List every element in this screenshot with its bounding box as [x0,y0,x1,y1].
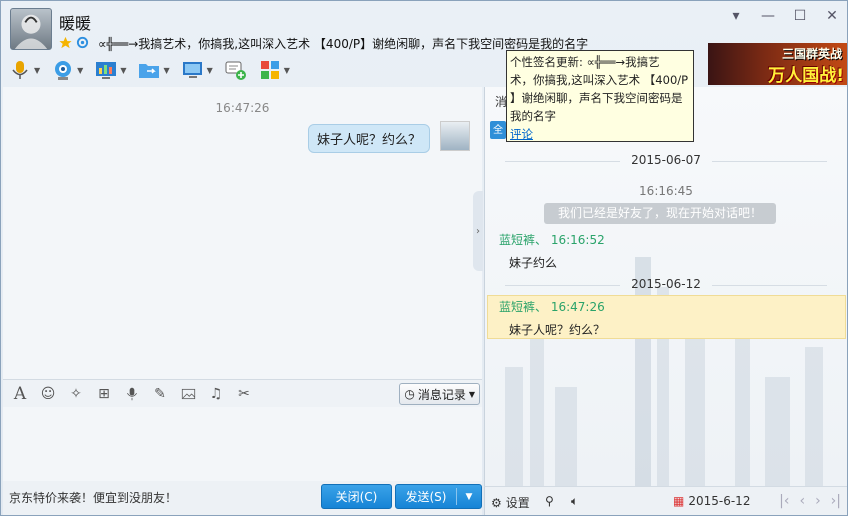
qq-show-icon[interactable] [76,36,89,49]
header: 暖暖 ∝╬══→我搞艺术，你搞我,这叫深入艺术 【400/P】谢绝闲聊，声名下我… [1,1,847,85]
remote-desktop-button[interactable]: ▼ [95,59,126,81]
maximize-icon[interactable]: ☐ [793,8,807,24]
speaker-button[interactable]: 🔈︎ [571,494,578,509]
history-sender: 蓝短裤、 16:16:52 [499,233,605,247]
tooltip-line: 个性签名更新: ∝╬══→我搞艺 [510,55,660,69]
sent-message-bubble: 妹子人呢？约么？ [307,124,430,153]
send-label: 发送(S) [405,490,447,504]
chat-message-area: 16:47:26 妹子人呢？约么？ [3,87,482,379]
history-date: 2015-06-07 [485,153,847,167]
input-footer: 京东特价来袭！便宜到没朋友！ 关闭(C) 发送(S) ▼ [3,481,482,515]
voice-call-button[interactable]: ▼ [9,59,40,81]
first-page-icon[interactable]: |‹ [779,493,789,509]
clock-icon: ◷ [404,387,415,401]
history-message: 妹子人呢？约么？ [509,323,606,337]
search-button[interactable]: ⚲ [545,494,554,508]
chevron-down-icon: ▼ [120,65,127,75]
send-button[interactable]: 发送(S) ▼ [395,484,482,509]
speaker-icon: 🔈︎ [571,494,579,508]
input-toolbar: A ☺ ✧ ⊞ ✎ ♫ ✂ ◷ 消息记录 ▼ [3,379,482,407]
history-footer: ⚙ 设置 ⚲ 🔈︎ ▦ 2015-6-12 |‹ ‹ › ›| [484,486,847,515]
comment-link[interactable]: 评论 [510,125,690,143]
microphone-icon [9,59,31,81]
date-picker[interactable]: ▦ 2015-6-12 [673,494,750,508]
history-time: 16:16:45 [639,184,693,198]
tooltip-line: 术，你搞我,这叫深入艺术 【400/P [510,73,689,87]
image-icon[interactable] [179,385,197,403]
settings-button[interactable]: ⚙ 设置 [491,494,530,511]
discussion-add-icon [225,59,247,81]
search-icon: ⚲ [545,494,554,508]
chevron-down-icon: ▼ [34,65,41,75]
main-toolbar: ▼ ▼ ▼ ▼ ▼ ▼ [9,57,290,83]
chart-monitor-icon [95,59,117,81]
history-filter-tab[interactable]: 全 [490,121,506,139]
page-navigation: |‹ ‹ › ›| [779,493,841,509]
magic-wand-icon[interactable]: ✧ [67,385,85,403]
minimize-icon[interactable]: — [761,8,775,24]
app-grid-icon [259,59,281,81]
system-message: 我们已经是好友了，现在开始对话吧！ [544,203,776,224]
tooltip-line: 我的名字 [510,109,556,123]
message-input[interactable] [3,407,482,481]
edit-note-icon[interactable]: ✎ [151,385,169,403]
contact-name[interactable]: 暖暖 [59,10,91,34]
settings-label: 设置 [505,496,530,510]
font-icon[interactable]: A [11,384,29,404]
self-avatar[interactable] [440,121,470,151]
close-button[interactable]: 关闭(C) [321,484,392,509]
share-screen-button[interactable]: ▼ [182,59,213,81]
ad-title: 三国群英战 [781,47,842,61]
message-history-label: 消息记录 [417,387,466,402]
tooltip-line: 】谢绝闲聊，声名下我空间密码是 [510,91,683,105]
calendar-icon: ▦ [673,494,685,508]
send-options-icon[interactable]: ▼ [457,492,481,502]
signature-tooltip: 个性签名更新: ∝╬══→我搞艺 术，你搞我,这叫深入艺术 【400/P 】谢绝… [506,50,694,142]
send-file-button[interactable]: ▼ [138,59,170,81]
screen-share-icon [182,59,204,81]
voice-message-icon[interactable] [123,385,141,403]
collapse-panel-handle[interactable]: › [473,191,483,271]
new-discussion-button[interactable] [225,59,247,81]
apps-button[interactable]: ▼ [259,59,290,81]
video-call-button[interactable]: ▼ [52,59,83,81]
contact-avatar[interactable] [10,8,52,50]
chevron-down-icon: ▼ [77,65,84,75]
window-controls: ▾ — ☐ ✕ [729,8,839,24]
history-message: 妹子约么 [509,256,558,270]
prev-page-icon[interactable]: ‹ [799,493,805,509]
screenshot-icon[interactable]: ⊞ [95,385,113,403]
status-icons [59,36,89,49]
close-icon[interactable]: ✕ [825,8,839,24]
chevron-down-icon: ▼ [163,65,170,75]
gear-icon: ⚙ [491,495,502,510]
message-time: 16:47:26 [215,101,270,115]
history-date: 2015-06-12 [485,277,847,291]
ad-banner[interactable]: 三国群英战 万人国战! [708,43,847,85]
music-icon[interactable]: ♫ [207,385,225,403]
message-history-button[interactable]: ◷ 消息记录 ▼ [399,383,480,405]
dropdown-icon[interactable]: ▾ [729,8,743,24]
chevron-down-icon: ▼ [468,389,475,399]
chat-window: 暖暖 ∝╬══→我搞艺术，你搞我,这叫深入艺术 【400/P】谢绝闲聊，声名下我… [0,0,848,516]
history-sender: 蓝短裤、 16:47:26 [499,300,605,314]
star-icon[interactable] [59,36,72,49]
ad-slogan: 万人国战! [768,66,844,85]
folder-icon [138,59,160,81]
scissors-icon[interactable]: ✂ [235,385,253,403]
next-page-icon[interactable]: › [815,493,821,509]
chevron-down-icon: ▼ [206,65,213,75]
chevron-down-icon: ▼ [283,65,290,75]
message-history-panel: 消 全 2015-06-07 16:16:45 我们已经是好友了，现在开始对话吧… [484,87,847,486]
webcam-icon [52,59,74,81]
promo-text[interactable]: 京东特价来袭！便宜到没朋友！ [9,489,177,506]
last-page-icon[interactable]: ›| [831,493,841,509]
emoji-icon[interactable]: ☺ [39,385,57,403]
date-value: 2015-6-12 [688,494,751,508]
